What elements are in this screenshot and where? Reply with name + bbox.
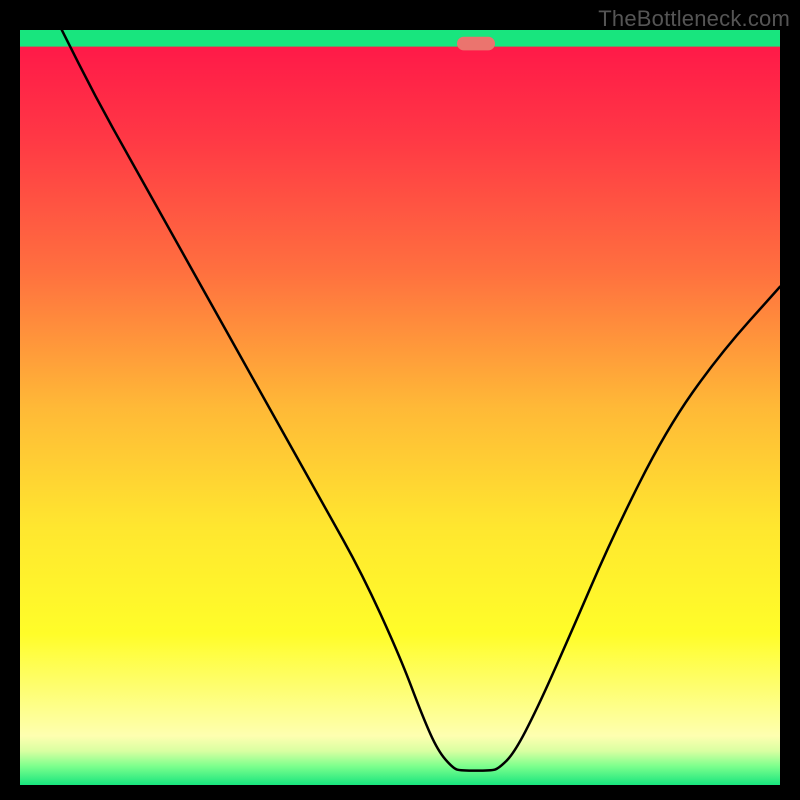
optimal-marker <box>457 37 495 51</box>
chart-svg <box>20 30 780 785</box>
watermark-text: TheBottleneck.com <box>598 6 790 32</box>
plot-area <box>20 30 780 785</box>
bottom-band <box>20 30 780 47</box>
gradient-background <box>20 30 780 785</box>
chart-container: TheBottleneck.com <box>0 0 800 800</box>
